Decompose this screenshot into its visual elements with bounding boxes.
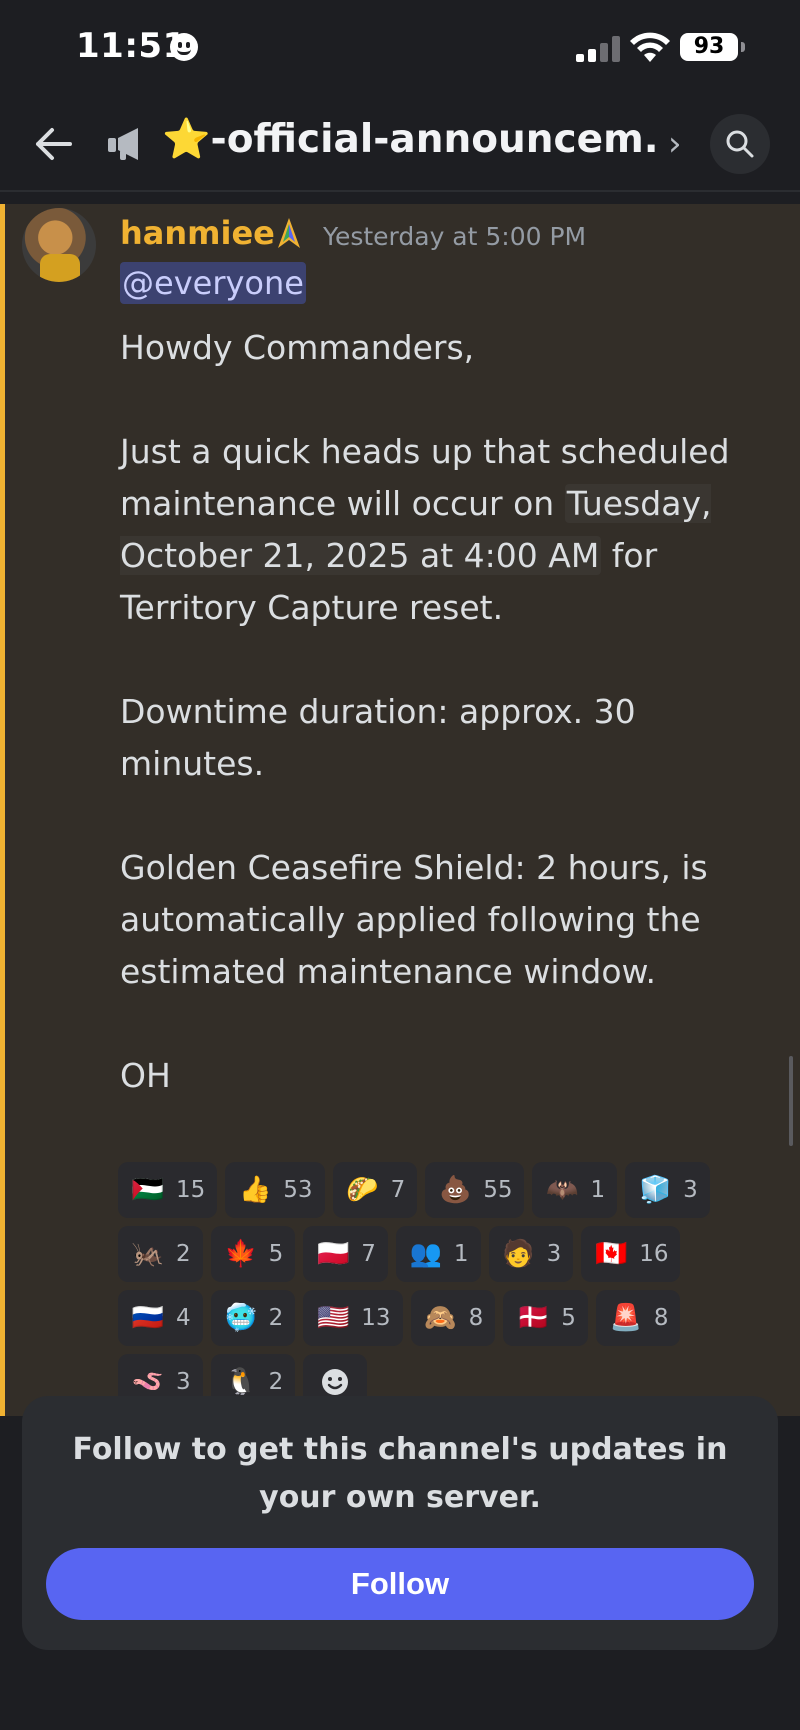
reaction-emoji-icon: 🇨🇦 [595, 1239, 628, 1269]
scrollbar[interactable] [789, 1056, 793, 1146]
reaction-pill[interactable]: 🦇 1 [532, 1162, 618, 1218]
status-bar: 11:51 93 [0, 0, 800, 96]
focus-mode-icon [170, 33, 198, 61]
reaction-count: 53 [283, 1177, 313, 1203]
mention-highlight-bar [0, 204, 5, 1416]
reaction-count: 3 [683, 1177, 698, 1203]
message-list[interactable]: hanmiee Yesterday at 5:00 PM @everyone H… [0, 204, 800, 1416]
reaction-emoji-icon: 🚨 [609, 1303, 643, 1333]
chevron-right-icon[interactable]: › [668, 124, 682, 164]
reaction-pill[interactable]: 🧑 3 [488, 1226, 574, 1282]
greeting-text: Howdy Commanders, [120, 328, 475, 367]
reaction-pill[interactable]: 🥶 2 [210, 1290, 296, 1346]
message-timestamp: Yesterday at 5:00 PM [323, 222, 587, 251]
reaction-emoji-icon: 🐧 [224, 1367, 257, 1397]
reaction-pill[interactable]: 👍 53 [225, 1162, 325, 1218]
reaction-count: 15 [176, 1177, 206, 1203]
reactions-bar: 🇵🇸 15 👍 53 🌮 7 💩 55 🦇 1 🧊 3 🦗 2 🍁 5 🇵🇱 7 👥 1 🧑 3 🇨🇦 16 🇷🇺 4 🥶 2 🇺🇸 13… [118, 1162, 738, 1410]
avatar[interactable] [22, 208, 96, 282]
reaction-count: 55 [483, 1177, 513, 1203]
search-icon [726, 130, 754, 158]
reaction-count: 5 [268, 1241, 284, 1267]
battery-indicator: 93 [680, 33, 745, 61]
reaction-pill[interactable]: 🇩🇰 5 [503, 1290, 588, 1346]
reaction-emoji-icon: 🇵🇸 [131, 1175, 165, 1205]
reaction-pill[interactable]: 🌮 7 [332, 1162, 418, 1218]
megaphone-icon [108, 128, 138, 160]
reaction-count: 16 [639, 1241, 669, 1267]
channel-title[interactable]: ⭐-official-announcem... [162, 116, 662, 162]
follow-button[interactable]: Follow [46, 1548, 754, 1620]
reaction-emoji-icon: 👍 [239, 1175, 272, 1205]
reaction-emoji-icon: 🇩🇰 [517, 1303, 550, 1333]
author-name[interactable]: hanmiee [120, 214, 275, 252]
reaction-emoji-icon: 🙈 [424, 1303, 457, 1333]
reaction-emoji-icon: 👥 [409, 1239, 443, 1269]
reaction-pill[interactable]: 🚨 8 [595, 1290, 681, 1346]
reaction-count: 8 [468, 1305, 484, 1331]
follow-prompt-text: Follow to get this channel's updates in … [72, 1432, 728, 1515]
reaction-emoji-icon: 🍁 [224, 1239, 257, 1269]
reaction-count: 2 [268, 1369, 284, 1395]
reaction-emoji-icon: 🦗 [131, 1239, 165, 1269]
reaction-count: 8 [653, 1305, 669, 1331]
channel-header: ⭐-official-announcem... › [0, 96, 800, 192]
reaction-pill[interactable]: 👥 1 [395, 1226, 481, 1282]
reaction-count: 1 [453, 1241, 469, 1267]
cellular-signal-icon [576, 36, 620, 62]
reaction-count: 3 [546, 1241, 562, 1267]
reaction-emoji-icon: 🇷🇺 [131, 1303, 165, 1333]
reaction-count: 2 [268, 1305, 284, 1331]
back-button[interactable] [28, 118, 80, 170]
maintenance-paragraph: Just a quick heads up that scheduled mai… [120, 432, 730, 627]
reaction-pill[interactable]: 🧊 3 [625, 1162, 710, 1218]
smiley-icon [322, 1369, 349, 1395]
reaction-emoji-icon: 💩 [439, 1175, 472, 1205]
back-arrow-icon [36, 128, 72, 160]
reaction-emoji-icon: 🧊 [638, 1175, 672, 1205]
reaction-pill[interactable]: 🇵🇱 7 [303, 1226, 388, 1282]
wifi-icon [630, 32, 670, 62]
reaction-emoji-icon: 🇵🇱 [317, 1239, 350, 1269]
search-button[interactable] [710, 114, 770, 174]
everyone-mention[interactable]: @everyone [120, 262, 306, 304]
reaction-emoji-icon: 🥶 [224, 1303, 257, 1333]
reaction-pill[interactable]: 💩 55 [425, 1162, 525, 1218]
downtime-paragraph: Downtime duration: approx. 30 minutes. [120, 692, 636, 783]
reaction-count: 1 [590, 1177, 606, 1203]
message-content: Howdy Commanders, Just a quick heads up … [120, 322, 760, 1154]
signoff-text: OH [120, 1056, 171, 1095]
shield-paragraph: Golden Ceasefire Shield: 2 hours, is aut… [120, 848, 708, 991]
follow-card: Follow to get this channel's updates in … [22, 1396, 778, 1650]
reaction-emoji-icon: 🇺🇸 [317, 1303, 350, 1333]
reaction-emoji-icon: 🪱 [131, 1367, 165, 1397]
reaction-count: 5 [561, 1305, 576, 1331]
reaction-count: 3 [176, 1369, 191, 1395]
reaction-count: 7 [390, 1177, 406, 1203]
role-badge-icon [278, 218, 300, 248]
reaction-emoji-icon: 🌮 [346, 1175, 379, 1205]
reaction-pill[interactable]: 🇨🇦 16 [581, 1226, 681, 1282]
reaction-pill[interactable]: 🍁 5 [210, 1226, 296, 1282]
reaction-pill[interactable]: 🇷🇺 4 [118, 1290, 203, 1346]
reaction-count: 7 [361, 1241, 376, 1267]
reaction-count: 2 [176, 1241, 191, 1267]
reaction-count: 13 [361, 1305, 391, 1331]
reaction-emoji-icon: 🦇 [546, 1175, 579, 1205]
reaction-count: 4 [176, 1305, 191, 1331]
reaction-pill[interactable]: 🦗 2 [118, 1226, 203, 1282]
reaction-emoji-icon: 🧑 [502, 1239, 535, 1269]
reaction-pill[interactable]: 🇵🇸 15 [118, 1162, 218, 1218]
reaction-pill[interactable]: 🇺🇸 13 [303, 1290, 403, 1346]
reaction-pill[interactable]: 🙈 8 [410, 1290, 496, 1346]
